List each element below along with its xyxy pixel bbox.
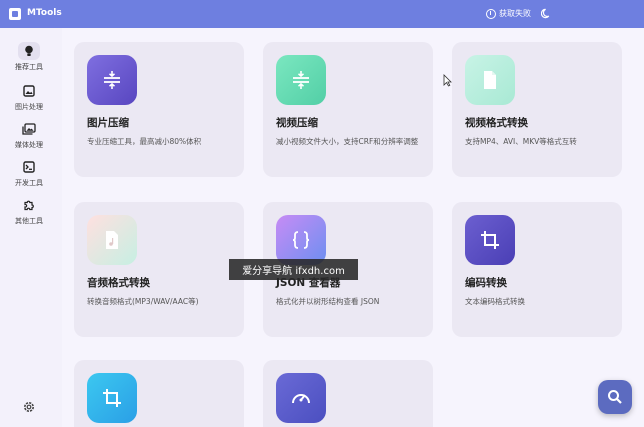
card-title: 编码转换: [465, 277, 507, 289]
moon-icon[interactable]: [541, 8, 552, 19]
tool-card-speed[interactable]: [263, 360, 433, 427]
sidebar-item-image[interactable]: 图片处理: [6, 78, 52, 114]
search-button[interactable]: [598, 380, 632, 414]
main-content: 图片压缩 专业压缩工具，最高减小80%体积 视频压缩 减小视频文件大小，支持CR…: [62, 28, 644, 427]
sidebar-item-other[interactable]: 其他工具: [6, 192, 52, 228]
sidebar-item-label: 开发工具: [15, 179, 43, 187]
card-icon-bg: [276, 55, 326, 105]
info-icon: [486, 8, 496, 19]
card-icon-bg: [276, 215, 326, 265]
tool-card-crop[interactable]: [74, 360, 244, 427]
image-icon: [23, 85, 35, 97]
speedometer-icon: [292, 394, 310, 404]
fetch-status[interactable]: 获取失败: [486, 8, 531, 19]
card-title: 音频格式转换: [87, 277, 150, 289]
watermark-banner: 爱分享导航 ifxdh.com: [229, 259, 358, 280]
card-title: 图片压缩: [87, 117, 129, 129]
card-desc: 文本编码格式转换: [465, 297, 525, 306]
search-icon: [608, 390, 622, 404]
card-icon-bg: [465, 215, 515, 265]
compress-icon: [293, 71, 309, 89]
card-desc: 转换音频格式(MP3/WAV/AAC等): [87, 297, 199, 306]
file-icon: [484, 71, 496, 89]
photos-icon: [22, 123, 36, 135]
braces-icon: [292, 231, 310, 249]
tool-card-audio-convert[interactable]: 音频格式转换 转换音频格式(MP3/WAV/AAC等): [74, 202, 244, 337]
fetch-status-label: 获取失败: [499, 9, 531, 18]
title-bar: MTools 获取失败: [0, 0, 644, 28]
tool-card-video-convert[interactable]: 视频格式转换 支持MP4、AVI、MKV等格式互转: [452, 42, 622, 177]
crop-icon: [103, 389, 121, 407]
sidebar-item-label: 图片处理: [15, 103, 43, 111]
card-icon-bg: [276, 373, 326, 423]
card-desc: 专业压缩工具，最高减小80%体积: [87, 137, 202, 146]
sidebar-item-media[interactable]: 媒体处理: [6, 116, 52, 152]
card-icon-bg: [87, 373, 137, 423]
tool-card-video-compress[interactable]: 视频压缩 减小视频文件大小，支持CRF和分辨率调整: [263, 42, 433, 177]
gear-icon[interactable]: [22, 400, 36, 414]
terminal-icon: [23, 161, 35, 173]
sidebar-item-label: 推荐工具: [15, 63, 43, 71]
tool-card-encoding-convert[interactable]: 编码转换 文本编码格式转换: [452, 202, 622, 337]
card-title: 视频格式转换: [465, 117, 528, 129]
app-logo-icon: [9, 8, 21, 20]
lightbulb-icon: [25, 45, 33, 56]
mouse-cursor-icon: [443, 74, 452, 87]
card-title: 视频压缩: [276, 117, 318, 129]
card-desc: 减小视频文件大小，支持CRF和分辨率调整: [276, 137, 419, 146]
crop-icon: [481, 231, 499, 249]
sidebar: 推荐工具 图片处理 媒体处理 开发工具 其他工具: [0, 28, 62, 427]
sidebar-item-label: 媒体处理: [15, 141, 43, 149]
card-desc: 格式化并以树形结构查看 JSON: [276, 297, 380, 306]
app-title: MTools: [27, 8, 62, 18]
card-icon-bg: [87, 55, 137, 105]
audio-file-icon: [106, 231, 118, 249]
card-icon-bg: [87, 215, 137, 265]
card-desc: 支持MP4、AVI、MKV等格式互转: [465, 137, 577, 146]
puzzle-icon: [24, 200, 34, 211]
sidebar-item-dev[interactable]: 开发工具: [6, 154, 52, 190]
card-icon-bg: [465, 55, 515, 105]
sidebar-item-recommended[interactable]: 推荐工具: [6, 38, 52, 74]
sidebar-item-label: 其他工具: [15, 217, 43, 225]
compress-icon: [104, 71, 120, 89]
tool-card-image-compress[interactable]: 图片压缩 专业压缩工具，最高减小80%体积: [74, 42, 244, 177]
